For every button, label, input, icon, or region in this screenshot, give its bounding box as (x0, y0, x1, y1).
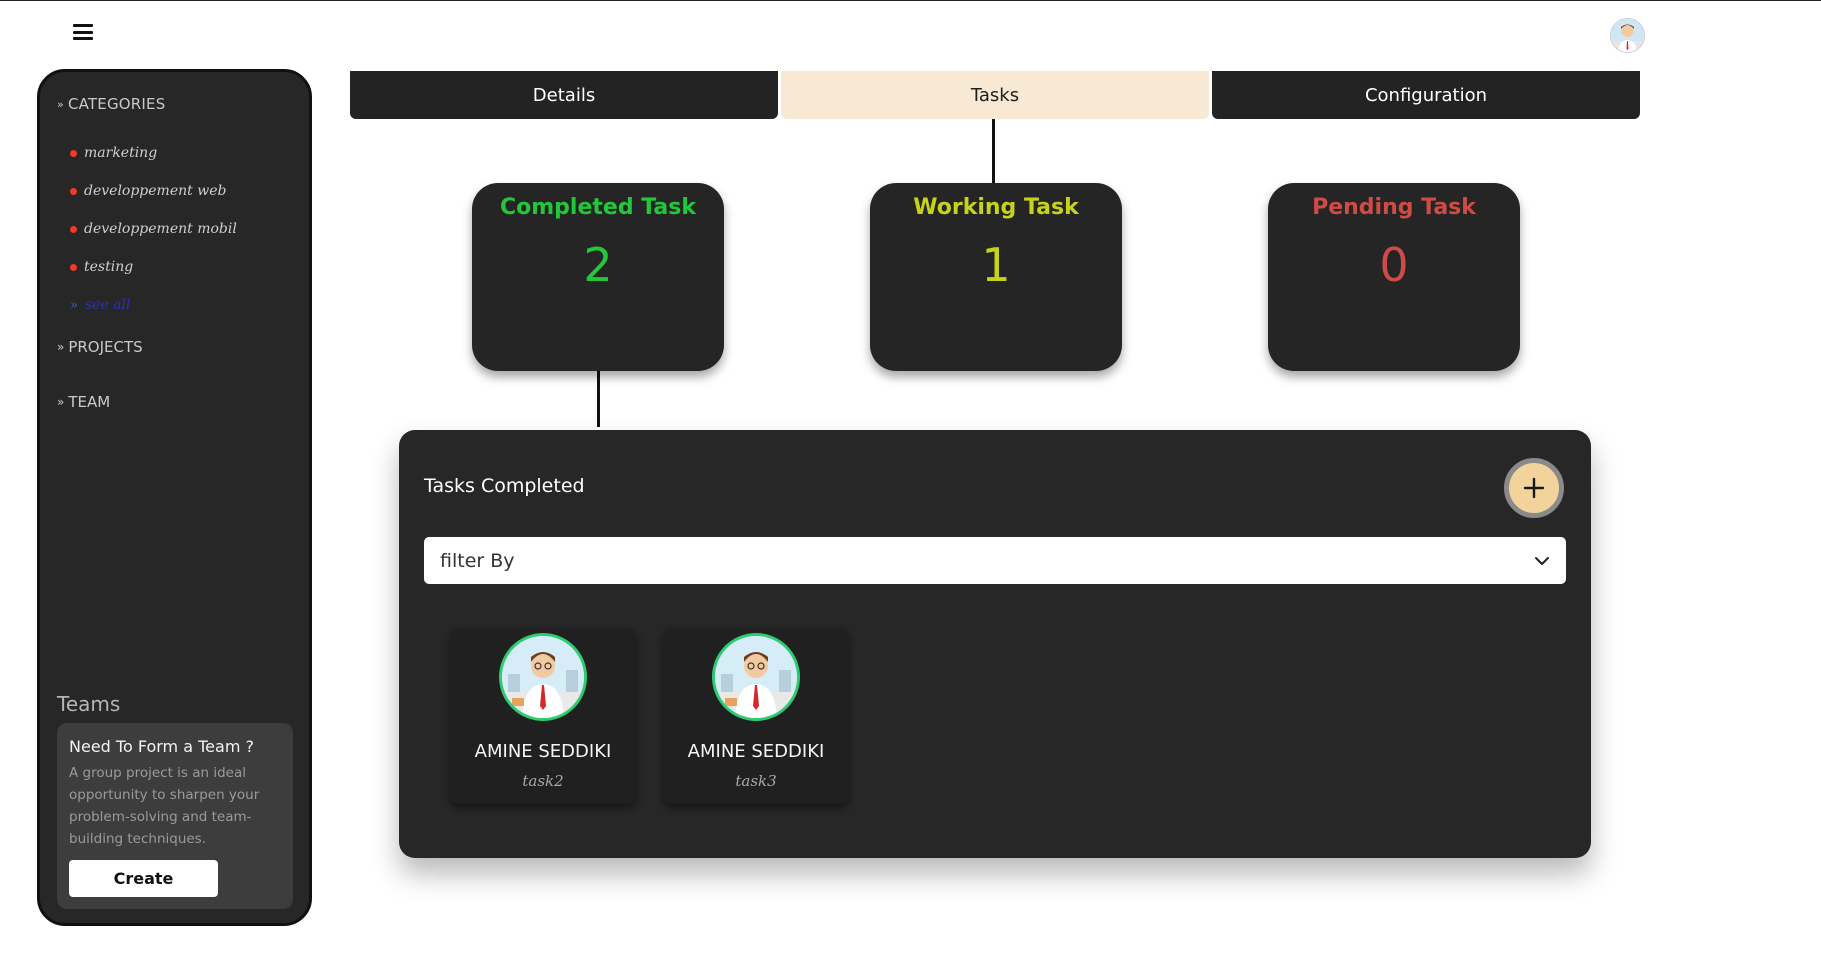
projects-label: PROJECTS (68, 338, 143, 356)
bullet-dot-icon (70, 187, 77, 195)
stat-label: Working Task (913, 195, 1079, 220)
category-item[interactable]: marketing (70, 134, 237, 172)
team-label: TEAM (68, 393, 111, 411)
see-all-label: see all (84, 297, 131, 313)
category-label: developpement web (84, 183, 227, 199)
stat-value: 1 (981, 238, 1011, 292)
menu-icon[interactable] (73, 24, 93, 40)
sidebar-item-projects[interactable]: » PROJECTS (57, 338, 143, 356)
tab-tasks[interactable]: Tasks (781, 71, 1209, 119)
user-avatar[interactable] (1610, 18, 1645, 53)
avatar (499, 633, 587, 721)
connector-line (992, 119, 995, 183)
teams-title: Teams (57, 692, 121, 716)
chevron-down-icon (1535, 556, 1549, 565)
task-assignee-name: AMINE SEDDIKI (474, 741, 612, 762)
chevron-down-icon: » (57, 97, 64, 111)
stat-value: 2 (583, 238, 613, 292)
categories-toggle[interactable]: » CATEGORIES (57, 95, 165, 113)
panel-title: Tasks Completed (424, 475, 585, 497)
category-label: marketing (84, 145, 158, 161)
filter-placeholder: filter By (440, 549, 515, 572)
stat-value: 0 (1379, 238, 1409, 292)
team-card-text: A group project is an ideal opportunity … (69, 765, 260, 847)
category-item[interactable]: developpement mobil (70, 210, 237, 248)
task-card[interactable]: AMINE SEDDIKI task3 (663, 628, 849, 804)
category-item[interactable]: testing (70, 248, 237, 286)
completed-task-card[interactable]: Completed Task 2 (472, 183, 724, 371)
create-team-button[interactable]: Create (69, 860, 218, 897)
stat-label: Completed Task (500, 195, 696, 220)
task-assignee-name: AMINE SEDDIKI (687, 741, 825, 762)
task-name: task2 (522, 772, 564, 790)
filter-select[interactable]: filter By (424, 537, 1566, 584)
see-all-link[interactable]: » see all (70, 286, 237, 324)
team-card-title: Need To Form a Team ? (69, 737, 254, 756)
category-label: testing (84, 259, 134, 275)
category-label: developpement mobil (84, 221, 237, 237)
tab-details[interactable]: Details (350, 71, 778, 119)
tab-configuration[interactable]: Configuration (1212, 71, 1640, 119)
bullet-dot-icon (70, 225, 77, 233)
category-list: marketing developpement web developpemen… (70, 134, 237, 324)
double-chevron-right-icon: » (70, 297, 78, 313)
stat-label: Pending Task (1312, 195, 1476, 220)
double-chevron-right-icon: » (57, 395, 65, 409)
plus-icon (1523, 477, 1545, 499)
connector-line (597, 365, 600, 427)
bullet-dot-icon (70, 149, 77, 157)
categories-label: CATEGORIES (67, 95, 166, 113)
category-item[interactable]: developpement web (70, 172, 237, 210)
add-task-button[interactable] (1504, 458, 1564, 518)
working-task-card[interactable]: Working Task 1 (870, 183, 1122, 371)
avatar (712, 633, 800, 721)
double-chevron-right-icon: » (57, 340, 65, 354)
pending-task-card[interactable]: Pending Task 0 (1268, 183, 1520, 371)
sidebar: » CATEGORIES marketing developpement web… (37, 69, 312, 926)
team-promo-card: Need To Form a Team ? A group project is… (57, 723, 293, 909)
task-card[interactable]: AMINE SEDDIKI task2 (450, 628, 636, 804)
tasks-panel: Tasks Completed filter By AMINE SEDDIKI … (399, 430, 1591, 858)
bullet-dot-icon (70, 263, 77, 271)
sidebar-item-team[interactable]: » TEAM (57, 393, 110, 411)
task-name: task3 (735, 772, 777, 790)
